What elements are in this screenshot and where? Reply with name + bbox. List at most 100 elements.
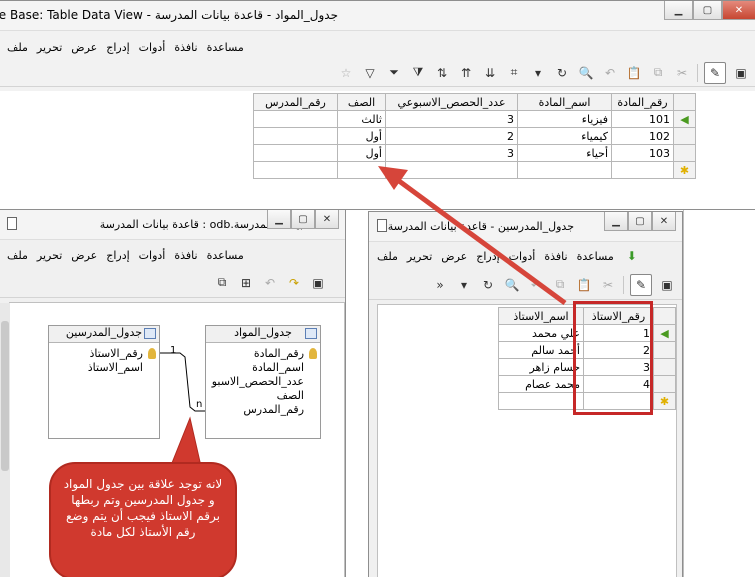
- find-icon[interactable]: 🔍: [577, 64, 595, 82]
- close-button[interactable]: ✕: [315, 210, 339, 229]
- vertical-scrollbar[interactable]: [0, 303, 10, 577]
- save-icon[interactable]: ▣: [309, 274, 327, 292]
- empty-cell[interactable]: [611, 161, 674, 179]
- table-row[interactable]: ثالث 3 فيزياء 101 ◀: [253, 110, 696, 128]
- cut-icon[interactable]: ✂: [673, 64, 691, 82]
- subject-name-cell[interactable]: كيمياء: [517, 127, 612, 145]
- row-header[interactable]: [673, 144, 696, 162]
- menu-window[interactable]: نافذة: [544, 250, 567, 263]
- grade-cell[interactable]: أول: [337, 127, 386, 145]
- current-row-icon[interactable]: ◀: [673, 110, 696, 128]
- undo-icon[interactable]: ↶: [601, 64, 619, 82]
- find-icon[interactable]: 🔍: [503, 276, 521, 294]
- teacher-name-cell[interactable]: أحمد سالم: [498, 341, 584, 359]
- teacher-name-cell[interactable]: حسام زاهر: [498, 358, 584, 376]
- column-header[interactable]: عدد_الحصص_الاسبوعي: [385, 93, 518, 111]
- copy-icon[interactable]: ⧉: [551, 276, 569, 294]
- table-row[interactable]: أول 2 كيمياء 102: [253, 127, 696, 145]
- column-header[interactable]: اسم_الاستاذ: [498, 307, 584, 325]
- teacher-name-cell[interactable]: محمد عصام: [498, 375, 584, 393]
- sort-ascending-icon[interactable]: ⇈: [457, 64, 475, 82]
- empty-cell[interactable]: [337, 161, 386, 179]
- paste-icon[interactable]: 📋: [575, 276, 593, 294]
- minimize-button[interactable]: ▁: [664, 1, 693, 20]
- sort-icon[interactable]: ⇅: [433, 64, 451, 82]
- table-row[interactable]: أول 3 أحياء 103: [253, 144, 696, 162]
- grade-cell[interactable]: ثالث: [337, 110, 386, 128]
- edit-data-icon[interactable]: ✎: [630, 273, 652, 296]
- menu-view[interactable]: عرض: [71, 41, 97, 54]
- menu-window[interactable]: نافذة: [174, 249, 197, 262]
- maximize-button[interactable]: ▢: [693, 1, 722, 20]
- undo-icon[interactable]: ↶: [261, 274, 279, 292]
- subject-id-cell[interactable]: 103: [611, 144, 674, 162]
- subject-id-cell[interactable]: 102: [611, 127, 674, 145]
- relation-line[interactable]: [10, 303, 346, 443]
- column-header[interactable]: رقم_المادة: [611, 93, 674, 111]
- count-cell[interactable]: 2: [385, 127, 518, 145]
- menu-tools[interactable]: أدوات: [139, 41, 166, 54]
- maximize-button[interactable]: ▢: [628, 212, 652, 231]
- teacher-name-cell[interactable]: علي محمد: [498, 324, 584, 342]
- menu-help[interactable]: مساعدة: [207, 249, 244, 262]
- paste-icon[interactable]: 📋: [625, 64, 643, 82]
- dropdown-icon[interactable]: ▾: [455, 276, 473, 294]
- save-icon[interactable]: ▣: [732, 64, 750, 82]
- edit-data-icon[interactable]: ✎: [704, 61, 726, 84]
- row-header[interactable]: [673, 127, 696, 145]
- count-cell[interactable]: 3: [385, 110, 518, 128]
- menu-help[interactable]: مساعدة: [577, 250, 614, 263]
- subject-id-cell[interactable]: 101: [611, 110, 674, 128]
- empty-cell[interactable]: [385, 161, 518, 179]
- menu-insert[interactable]: إدراج: [106, 41, 129, 54]
- menu-view[interactable]: عرض: [441, 250, 467, 263]
- toolbar-overflow-icon[interactable]: »: [431, 276, 449, 294]
- subject-name-cell[interactable]: فيزياء: [517, 110, 612, 128]
- download-icon[interactable]: ⬇: [623, 247, 641, 265]
- menu-edit[interactable]: تحرير: [37, 41, 62, 54]
- menu-insert[interactable]: إدراج: [476, 250, 499, 263]
- new-record-icon[interactable]: ✱: [653, 392, 676, 410]
- new-relation-icon[interactable]: ⧉: [213, 274, 231, 292]
- empty-cell[interactable]: [253, 161, 338, 179]
- remove-filter-icon[interactable]: ☆: [337, 64, 355, 82]
- menu-edit[interactable]: تحرير: [407, 250, 432, 263]
- undo-icon[interactable]: ↶: [527, 276, 545, 294]
- empty-cell[interactable]: [498, 392, 584, 410]
- row-header[interactable]: [653, 375, 676, 393]
- menu-file[interactable]: ملف: [7, 249, 28, 262]
- menu-edit[interactable]: تحرير: [37, 249, 62, 262]
- menu-insert[interactable]: إدراج: [106, 249, 129, 262]
- sort-descending-icon[interactable]: ⇊: [481, 64, 499, 82]
- apply-filter-icon[interactable]: ▽: [361, 64, 379, 82]
- menu-window[interactable]: نافذة: [174, 41, 197, 54]
- refresh-icon[interactable]: ↻: [553, 64, 571, 82]
- column-header[interactable]: رقم_المدرس: [253, 93, 338, 111]
- record-icon[interactable]: ⌗: [505, 64, 523, 82]
- new-row[interactable]: ✱: [253, 161, 696, 179]
- save-icon[interactable]: ▣: [658, 276, 676, 294]
- auto-filter-icon[interactable]: ⏷: [385, 64, 403, 82]
- count-cell[interactable]: 3: [385, 144, 518, 162]
- teacher-id-cell[interactable]: [253, 110, 338, 128]
- copy-icon[interactable]: ⧉: [649, 64, 667, 82]
- add-tables-icon[interactable]: ⊞: [237, 274, 255, 292]
- refresh-icon[interactable]: ↻: [479, 276, 497, 294]
- maximize-button[interactable]: ▢: [291, 210, 315, 229]
- menu-file[interactable]: ملف: [7, 41, 28, 54]
- new-record-icon[interactable]: ✱: [673, 161, 696, 179]
- row-header[interactable]: [653, 341, 676, 359]
- menu-view[interactable]: عرض: [71, 249, 97, 262]
- subject-name-cell[interactable]: أحياء: [517, 144, 612, 162]
- scroll-thumb[interactable]: [1, 321, 9, 471]
- teacher-id-cell[interactable]: [253, 127, 338, 145]
- row-header[interactable]: [653, 358, 676, 376]
- grade-cell[interactable]: أول: [337, 144, 386, 162]
- menu-help[interactable]: مساعدة: [207, 41, 244, 54]
- cut-icon[interactable]: ✂: [599, 276, 617, 294]
- menu-file[interactable]: ملف: [377, 250, 398, 263]
- minimize-button[interactable]: ▁: [604, 212, 628, 231]
- standard-filter-icon[interactable]: ⧩: [409, 64, 427, 82]
- redo-icon[interactable]: ↷: [285, 274, 303, 292]
- close-button[interactable]: ✕: [652, 212, 676, 231]
